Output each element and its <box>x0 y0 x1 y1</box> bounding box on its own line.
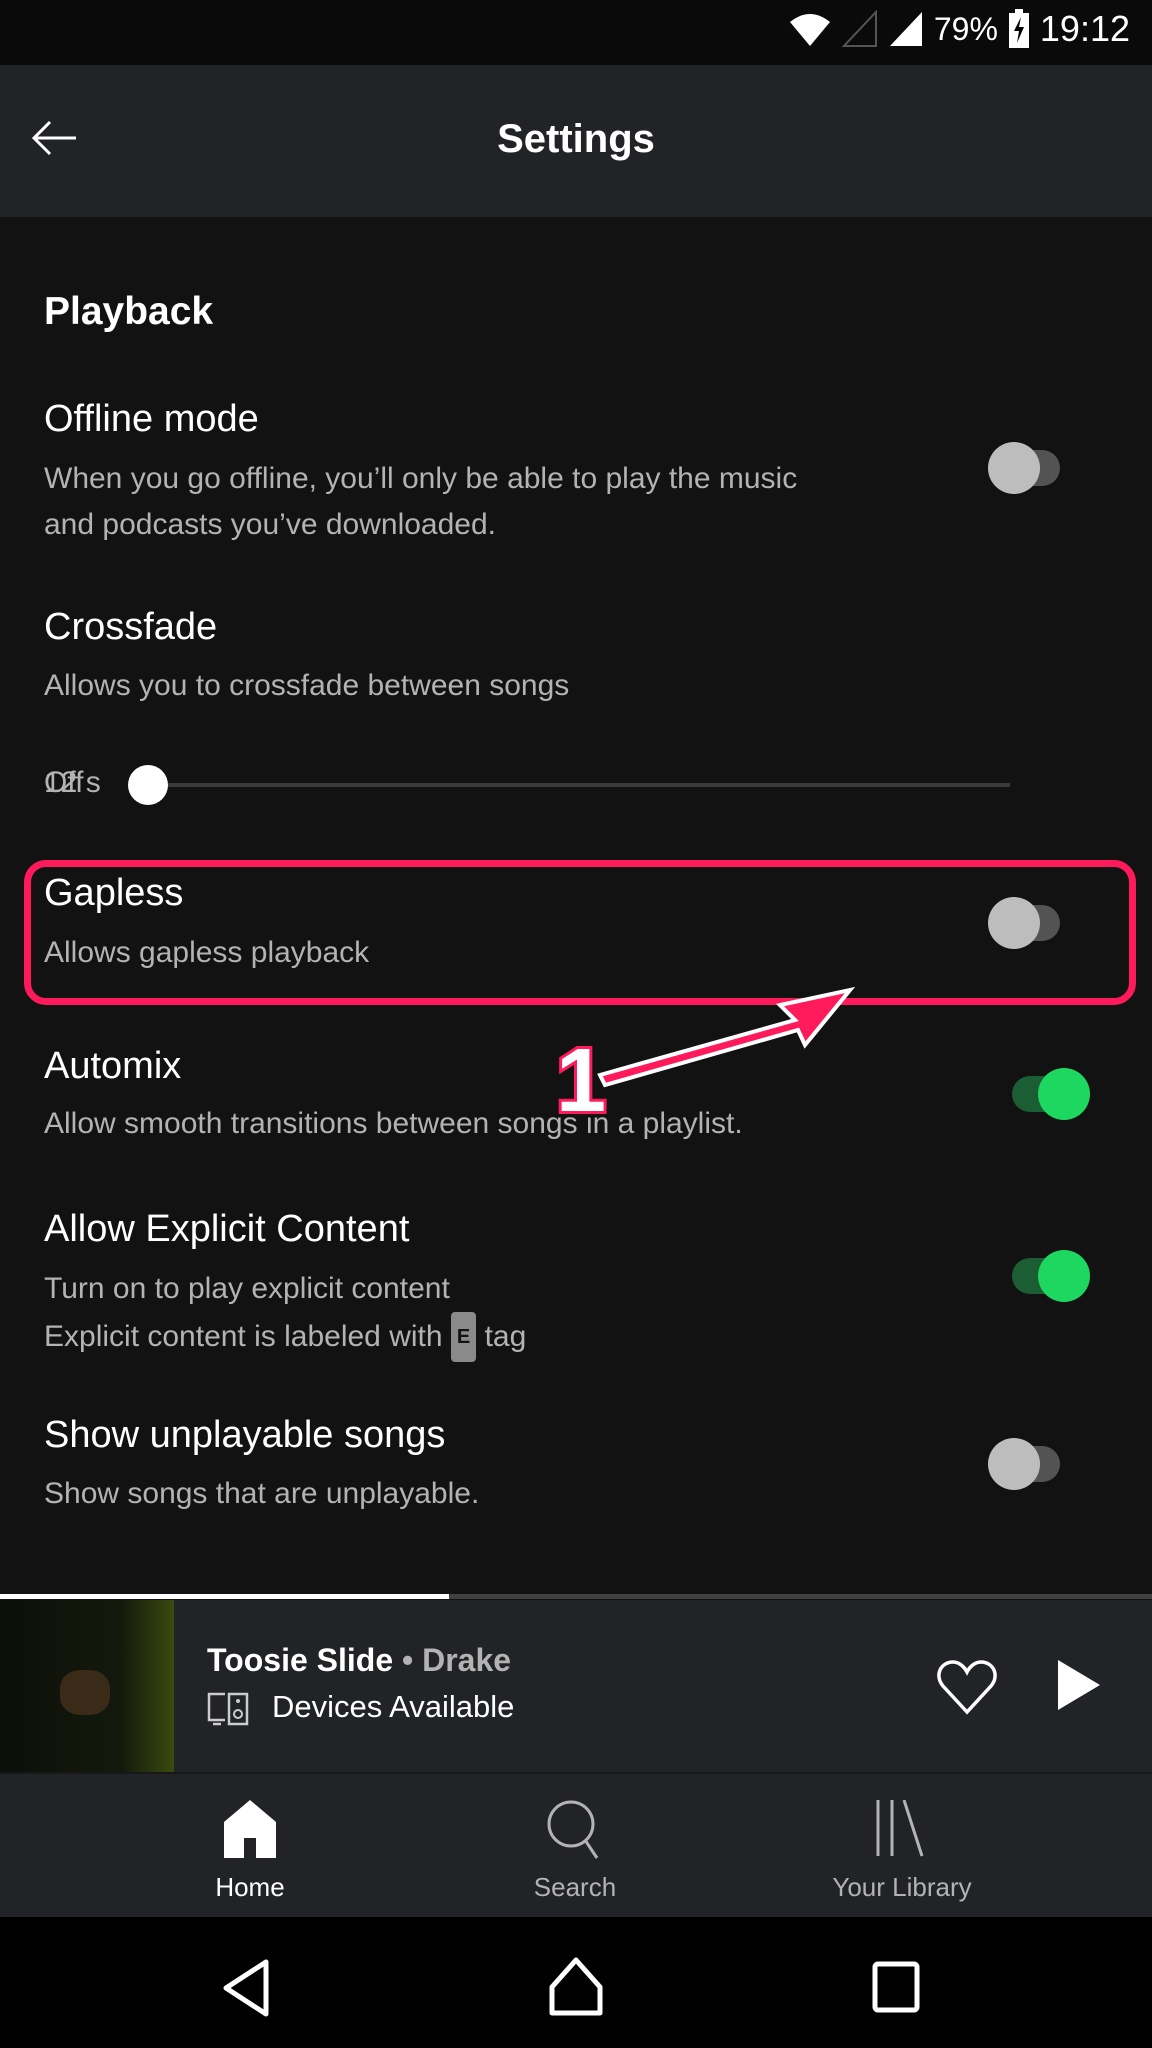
nav-home[interactable]: Home <box>100 1774 400 1919</box>
playback-progress-bar <box>0 1594 1152 1599</box>
recents-square-icon[interactable] <box>872 1961 920 2013</box>
album-art <box>0 1600 174 1772</box>
automix-toggle[interactable] <box>1000 1066 1090 1122</box>
offline-mode-toggle[interactable] <box>980 440 1070 496</box>
play-icon[interactable] <box>1056 1658 1102 1712</box>
crossfade-desc: Allows you to crossfade between songs <box>44 669 570 702</box>
nav-search[interactable]: Search <box>425 1774 725 1919</box>
unplayable-toggle[interactable] <box>980 1436 1070 1492</box>
offline-mode-desc: When you go offline, you’ll only be able… <box>44 462 798 541</box>
unplayable-desc: Show songs that are unplayable. <box>44 1477 480 1510</box>
bottom-nav: Home Search Your Library <box>0 1772 1152 1917</box>
track-title: Toosie Slide <box>207 1642 394 1678</box>
offline-mode-title: Offline mode <box>44 398 259 440</box>
unplayable-title: Show unplayable songs <box>44 1414 446 1456</box>
no-sim-signal-icon <box>841 10 877 47</box>
battery-charging-icon <box>1008 9 1029 48</box>
status-bar: 79% 19:12 <box>0 0 1152 65</box>
system-nav-bar <box>0 1917 1152 2048</box>
heart-icon[interactable] <box>936 1658 998 1716</box>
explicit-tag: E <box>450 1312 477 1362</box>
explicit-desc: Turn on to play explicit content Explici… <box>44 1266 526 1362</box>
crossfade-title: Crossfade <box>44 606 218 648</box>
artist-name: Drake <box>422 1642 512 1678</box>
devices-icon[interactable] <box>207 1690 251 1728</box>
battery-percent: 79% <box>933 10 998 47</box>
nav-your-library[interactable]: Your Library <box>752 1774 1052 1919</box>
library-icon <box>876 1800 924 1857</box>
header: Settings <box>0 65 1152 217</box>
explicit-toggle[interactable] <box>1000 1248 1090 1304</box>
cell-signal-icon <box>889 12 922 46</box>
search-icon <box>547 1800 599 1859</box>
wifi-icon <box>789 14 830 46</box>
home-pentagon-icon[interactable] <box>548 1957 604 2017</box>
section-heading: Playback <box>44 290 214 333</box>
automix-title: Automix <box>44 1045 182 1087</box>
slider-max-label: 12 s <box>44 766 101 799</box>
explicit-title: Allow Explicit Content <box>44 1208 410 1250</box>
clock: 19:12 <box>1039 8 1130 49</box>
home-icon <box>224 1800 276 1858</box>
track-info: Toosie Slide • Drake <box>207 1642 512 1678</box>
page-title: Settings <box>497 117 655 161</box>
devices-available[interactable]: Devices Available <box>272 1689 514 1725</box>
back-triangle-icon[interactable] <box>222 1959 270 2017</box>
annotation-number: 1 <box>553 1028 609 1134</box>
mini-player[interactable]: Toosie Slide • Drake Devices Available <box>0 1600 1152 1772</box>
